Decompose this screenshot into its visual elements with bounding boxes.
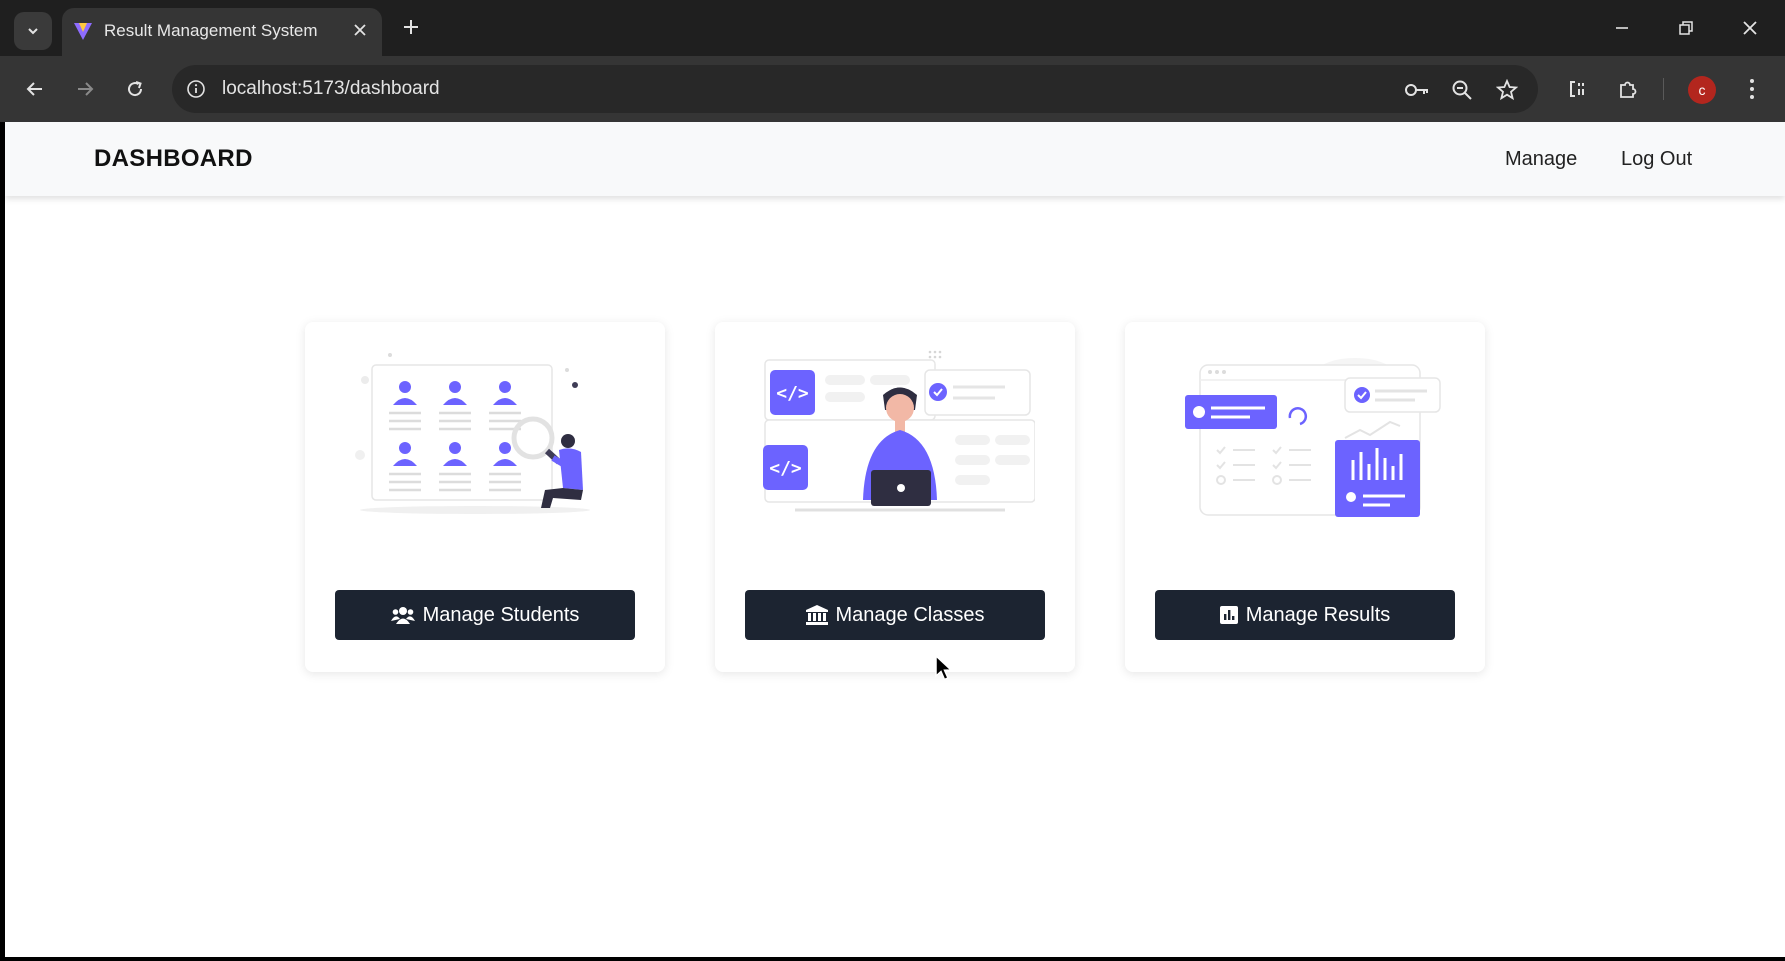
manage-classes-button[interactable]: Manage Classes (745, 590, 1045, 640)
password-key-icon[interactable] (1404, 77, 1430, 103)
arrow-right-icon (78, 82, 94, 96)
minimize-window-button[interactable] (1602, 10, 1642, 46)
mouse-pointer-icon (935, 654, 953, 681)
institution-icon (805, 605, 828, 625)
manage-classes-label: Manage Classes (835, 603, 985, 626)
results-dashboard-illustration (1185, 358, 1441, 517)
browser-tab-active[interactable]: Result Management System (62, 8, 382, 56)
vite-favicon-icon (72, 20, 94, 47)
bookmark-star-icon[interactable] (1494, 77, 1520, 103)
svg-text:</>: </> (769, 458, 802, 479)
nav-link-manage[interactable]: Manage (1505, 148, 1577, 171)
browser-tabstrip: Result Management System (0, 0, 1785, 56)
users-icon (390, 605, 415, 625)
browser-menu-icon[interactable] (1736, 73, 1768, 105)
restore-icon (1679, 21, 1693, 35)
reload-button[interactable] (117, 71, 153, 107)
brand-title[interactable]: DASHBOARD (94, 145, 253, 173)
browser-toolbar: localhost:5173/dashboard c (0, 56, 1785, 122)
tab-search-button[interactable] (14, 12, 52, 50)
page-viewport: DASHBOARD Manage Log Out Manage Students… (5, 122, 1785, 957)
chevron-down-icon (28, 28, 38, 35)
forward-button[interactable] (67, 71, 103, 107)
arrow-left-icon (26, 82, 42, 96)
manage-students-button[interactable]: Manage Students (335, 590, 635, 640)
top-navbar: DASHBOARD Manage Log Out (5, 122, 1785, 196)
extensions-puzzle-icon[interactable] (1612, 73, 1644, 105)
url-text[interactable]: localhost:5173/dashboard (222, 78, 440, 100)
manage-results-label: Manage Results (1245, 603, 1391, 626)
close-tab-icon[interactable] (348, 18, 372, 42)
site-info-icon[interactable] (182, 75, 210, 103)
svg-text:</>: </> (776, 383, 809, 404)
restore-window-button[interactable] (1666, 10, 1706, 46)
close-window-button[interactable] (1730, 10, 1770, 46)
tab-title: Result Management System (104, 21, 318, 40)
manage-results-button[interactable]: Manage Results (1155, 590, 1455, 640)
reload-icon (128, 81, 143, 97)
manage-students-label: Manage Students (422, 603, 580, 626)
reading-mode-icon[interactable] (1561, 73, 1593, 105)
back-button[interactable] (17, 71, 53, 107)
close-icon (1743, 21, 1757, 35)
manage-results-card: Manage Results (1125, 322, 1485, 672)
manage-students-card: Manage Students (305, 322, 665, 672)
address-bar[interactable]: localhost:5173/dashboard (172, 65, 1538, 113)
developer-laptop-illustration: </> </> (763, 350, 1035, 512)
manage-classes-card: </> </> Manage Classes (715, 322, 1075, 672)
minimize-icon (1616, 27, 1628, 29)
nav-link-logout[interactable]: Log Out (1621, 148, 1692, 171)
new-tab-button[interactable] (398, 14, 424, 40)
toolbar-separator (1663, 78, 1664, 100)
plus-icon (404, 20, 418, 34)
bar-chart-icon (1219, 606, 1238, 624)
student-search-illustration (355, 353, 590, 514)
zoom-out-icon[interactable] (1449, 77, 1475, 103)
profile-avatar[interactable]: c (1688, 76, 1716, 104)
